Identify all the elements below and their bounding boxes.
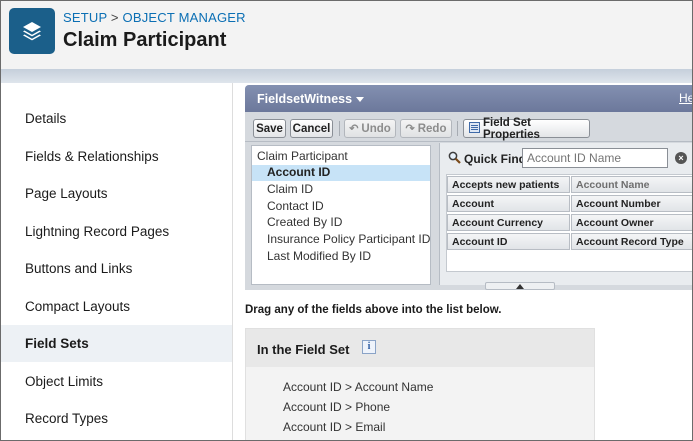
quick-find-label: Quick Find [448,151,526,167]
sidebar-item-field-sets[interactable]: Field Sets [1,325,232,362]
sidebar-item-compact-layouts[interactable]: Compact Layouts [1,288,232,325]
header-divider-band [1,69,692,83]
field-cell[interactable]: Account ID [447,233,570,250]
in-field-set-box: In the Field Set i Account ID > Account … [245,328,595,440]
cancel-button[interactable]: Cancel [290,119,333,138]
page-header: SETUP > OBJECT MANAGER Claim Participant [1,1,692,69]
help-link[interactable]: He [679,91,692,105]
field-set-item[interactable]: Account ID > Account Name [283,380,433,394]
field-set-editor-panel: FieldsetWitness He Save Cancel ↶ Undo ↷ Re… [245,85,692,290]
sidebar-item-buttons-links[interactable]: Buttons and Links [1,250,232,287]
breadcrumb-setup-link[interactable]: SETUP [63,10,107,25]
main-content: FieldsetWitness He Save Cancel ↶ Undo ↷ Re… [233,83,692,440]
field-set-name[interactable]: FieldsetWitness [257,92,352,106]
field-set-item[interactable]: Account ID > Phone [283,400,390,414]
redo-icon: ↷ [405,123,415,135]
breadcrumb-separator: > [110,10,119,25]
field-cell[interactable]: Account Name [571,176,692,193]
window: SETUP > OBJECT MANAGER Claim Participant… [0,0,693,441]
save-button[interactable]: Save [253,119,286,138]
tree-item-insurance-policy-participant-id[interactable]: Insurance Policy Participant ID [252,232,430,248]
tree-item-account-id[interactable]: Account ID [252,165,430,181]
field-cell[interactable]: Account Currency [447,214,570,231]
field-palette: Quick Find × Accepts new patients Accoun… [439,143,692,285]
chevron-up-icon [516,283,524,289]
sidebar-item-page-layouts[interactable]: Page Layouts [1,175,232,212]
properties-label: Field Set Properties [483,116,540,141]
field-cell[interactable]: Accepts new patients [447,176,570,193]
field-cell[interactable]: Account [447,195,570,212]
toolbar-divider [457,121,458,136]
sidebar-item-object-limits[interactable]: Object Limits [1,363,232,400]
layers-icon [9,8,55,54]
undo-label: Undo [361,122,391,135]
redo-label: Redo [417,122,447,135]
object-tree: Claim Participant Account ID Claim ID Co… [251,145,431,285]
chevron-down-icon[interactable] [356,97,364,102]
field-set-properties-button[interactable]: Field Set Properties [463,116,590,141]
tree-item-claim-id[interactable]: Claim ID [252,182,430,198]
quick-find-input[interactable] [522,148,668,168]
field-cell[interactable]: Account Owner [571,214,692,231]
sidebar-item-lightning-record-pages[interactable]: Lightning Record Pages [1,213,232,250]
undo-icon: ↶ [349,123,359,135]
toolbar-divider [339,121,340,136]
sidebar-nav: Details Fields & Relationships Page Layo… [1,83,233,440]
breadcrumb-object-manager-link[interactable]: OBJECT MANAGER [123,10,246,25]
in-field-set-title: In the Field Set [257,342,350,357]
in-field-set-header: In the Field Set i [246,329,594,367]
field-cell[interactable]: Account Record Type [571,233,692,250]
search-icon [448,151,461,167]
drag-instructions: Drag any of the fields above into the li… [245,304,502,316]
breadcrumb: SETUP > OBJECT MANAGER [63,10,246,25]
sidebar-item-record-types[interactable]: Record Types [1,400,232,437]
properties-icon [469,121,480,136]
tree-item-last-modified-by-id[interactable]: Last Modified By ID [252,249,430,265]
redo-button[interactable]: ↷ Redo [400,119,452,138]
tree-item-contact-id[interactable]: Contact ID [252,199,430,215]
quick-find-text: Quick Find [464,152,527,166]
info-icon[interactable]: i [362,340,376,354]
field-cell[interactable]: Account Number [571,195,692,212]
sidebar-item-details[interactable]: Details [1,100,232,137]
field-set-item[interactable]: Account ID > Email [283,420,385,434]
panel-resize-handle[interactable] [485,282,555,290]
editor-toolbar: Save Cancel ↶ Undo ↷ Redo Field Set Proper… [245,112,692,142]
tree-root[interactable]: Claim Participant [252,149,430,165]
clear-icon[interactable]: × [675,152,687,164]
sidebar-item-fields-relationships[interactable]: Fields & Relationships [1,138,232,175]
field-grid: Accepts new patients Account Name Accoun… [446,174,692,272]
field-set-title-bar: FieldsetWitness He [245,85,692,112]
tree-item-created-by-id[interactable]: Created By ID [252,215,430,231]
undo-button[interactable]: ↶ Undo [344,119,396,138]
page-title: Claim Participant [63,29,227,51]
